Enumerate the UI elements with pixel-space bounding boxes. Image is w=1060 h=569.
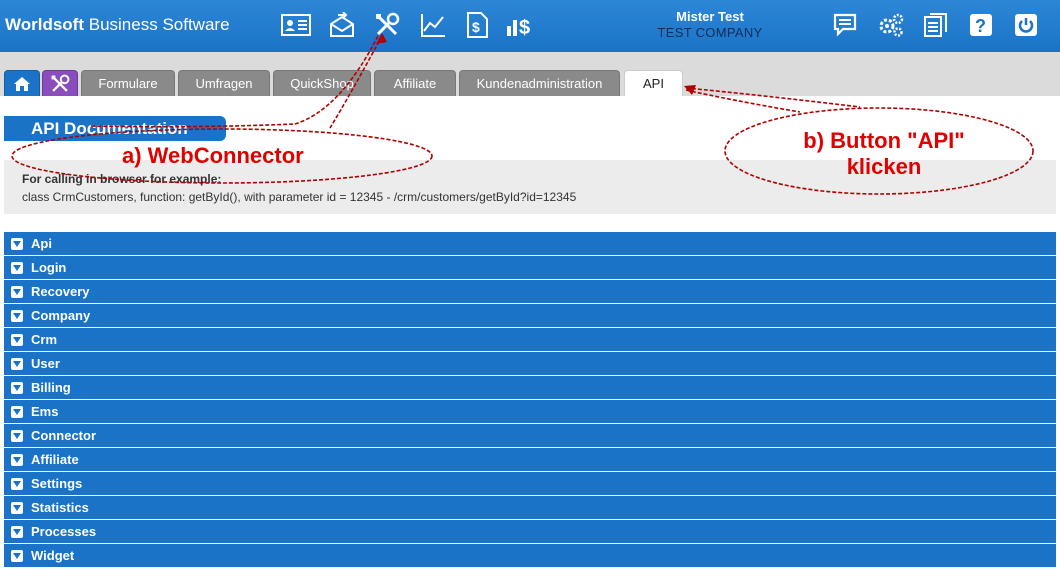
expand-arrow-icon (11, 333, 23, 346)
expand-arrow-icon (11, 309, 23, 322)
invoice-icon[interactable]: $ (462, 10, 492, 40)
power-icon[interactable] (1011, 10, 1041, 40)
tools-tab-icon (51, 74, 70, 92)
brand-bold: Worldsoft (5, 15, 85, 34)
tab-quickshop[interactable]: QuickShop (273, 70, 371, 96)
expand-arrow-icon (11, 477, 23, 490)
tab-home[interactable] (4, 70, 40, 96)
section-label: Processes (31, 524, 97, 539)
chart-icon[interactable] (418, 10, 448, 40)
annotation-a-text: a) WebConnector (122, 143, 304, 168)
top-header: Worldsoft Business Software $ $ Mister T… (0, 0, 1060, 52)
api-sections: Api Login Recovery Company Crm User Billing Ems… (4, 232, 1056, 568)
mail-send-icon[interactable] (327, 10, 357, 40)
section-label: Company (31, 308, 91, 323)
user-name: Mister Test (676, 9, 744, 24)
tab-tools[interactable] (42, 70, 78, 96)
svg-text:$: $ (519, 17, 530, 38)
expand-arrow-icon (11, 405, 23, 418)
documents-icon[interactable] (921, 10, 951, 40)
finance-icon[interactable]: $ (505, 10, 535, 40)
tab-affiliate[interactable]: Affiliate (374, 70, 456, 96)
tab-umfragen[interactable]: Umfragen (178, 70, 270, 96)
expand-arrow-icon (11, 501, 23, 514)
settings-icon[interactable] (876, 10, 906, 40)
section-row-statistics[interactable]: Statistics (4, 496, 1056, 520)
section-row-billing[interactable]: Billing (4, 376, 1056, 400)
chat-icon[interactable] (830, 10, 860, 40)
brand-rest: Business Software (84, 15, 230, 34)
tab-formulare[interactable]: Formulare (81, 70, 175, 96)
section-row-api[interactable]: Api (4, 232, 1056, 256)
annotation-b-line2: klicken (846, 154, 922, 179)
section-label: Recovery (31, 284, 90, 299)
section-row-crm[interactable]: Crm (4, 328, 1056, 352)
tab-api[interactable]: API (624, 70, 683, 96)
section-label: Widget (31, 548, 75, 563)
expand-arrow-icon (11, 381, 23, 394)
section-row-recovery[interactable]: Recovery (4, 280, 1056, 304)
expand-arrow-icon (11, 237, 23, 250)
expand-arrow-icon (11, 285, 23, 298)
svg-text:$: $ (472, 19, 480, 35)
section-label: Login (31, 260, 67, 275)
page-title: API Documentation (4, 116, 226, 141)
section-row-login[interactable]: Login (4, 256, 1056, 280)
expand-arrow-icon (11, 261, 23, 274)
tab-bar: Formulare Umfragen QuickShop Affiliate K… (0, 52, 1060, 96)
help-icon[interactable]: ? (966, 10, 996, 40)
tools-icon[interactable] (372, 10, 402, 40)
tab-kundenadministration[interactable]: Kundenadministration (459, 70, 620, 96)
section-row-settings[interactable]: Settings (4, 472, 1056, 496)
section-row-company[interactable]: Company (4, 304, 1056, 328)
svg-text:?: ? (975, 16, 986, 36)
expand-arrow-icon (11, 525, 23, 538)
home-icon (14, 76, 30, 91)
section-row-user[interactable]: User (4, 352, 1056, 376)
annotation-b-line1: b) Button "API" (803, 128, 965, 153)
section-label: User (31, 356, 60, 371)
section-label: Affiliate (31, 452, 79, 467)
section-row-connector[interactable]: Connector (4, 424, 1056, 448)
section-label: Settings (31, 476, 83, 491)
section-label: Api (31, 236, 52, 251)
expand-arrow-icon (11, 429, 23, 442)
section-row-ems[interactable]: Ems (4, 400, 1056, 424)
info-heading: For calling in browser for example: (22, 172, 222, 186)
section-row-affiliate[interactable]: Affiliate (4, 448, 1056, 472)
expand-arrow-icon (11, 357, 23, 370)
section-label: Ems (31, 404, 59, 419)
section-label: Statistics (31, 500, 89, 515)
expand-arrow-icon (11, 453, 23, 466)
expand-arrow-icon (11, 549, 23, 562)
user-info: Mister Test TEST COMPANY (620, 9, 800, 41)
contact-card-icon[interactable] (281, 10, 311, 40)
app-brand: Worldsoft Business Software (5, 15, 230, 35)
annotation-b-text: b) Button "API" klicken (774, 128, 994, 180)
section-label: Connector (31, 428, 96, 443)
section-label: Billing (31, 380, 71, 395)
company-name: TEST COMPANY (657, 25, 763, 40)
section-row-processes[interactable]: Processes (4, 520, 1056, 544)
section-row-widget[interactable]: Widget (4, 544, 1056, 568)
info-example: class CrmCustomers, function: getById(),… (22, 190, 577, 204)
section-label: Crm (31, 332, 58, 347)
